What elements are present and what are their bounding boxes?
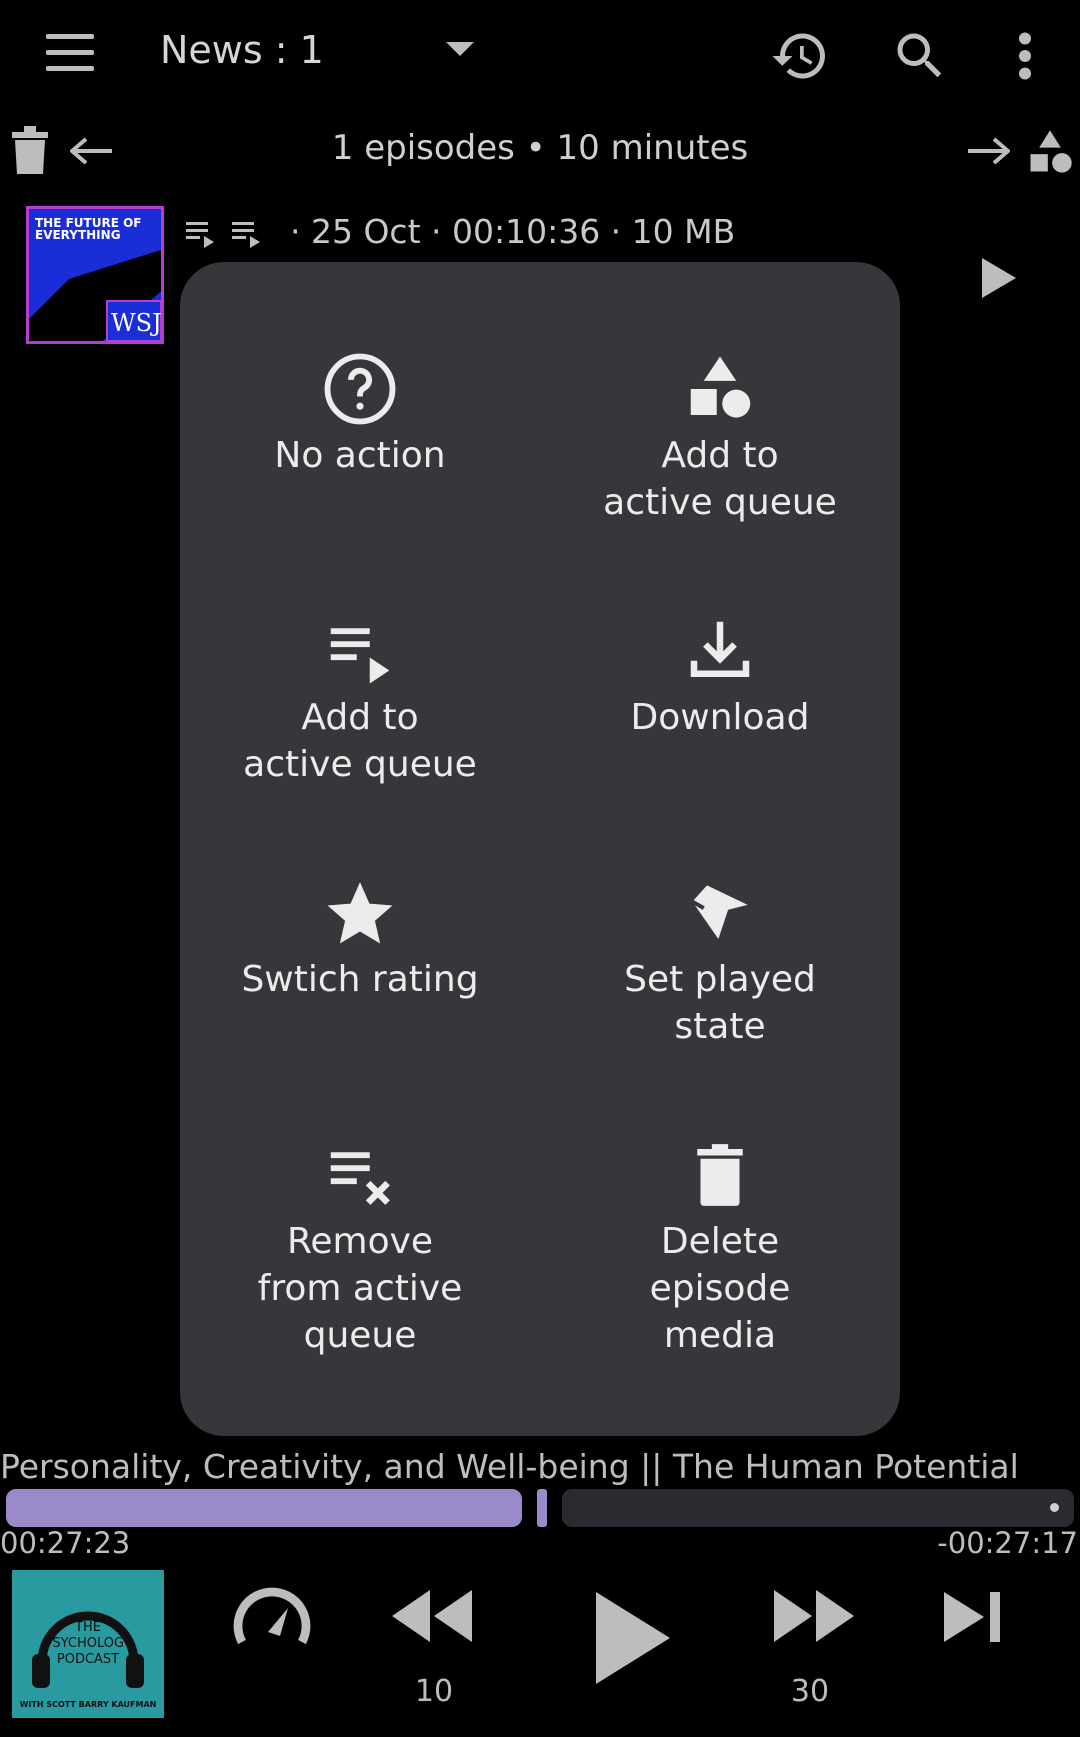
episode-summary: 1 episodes • 10 minutes <box>331 128 749 168</box>
play-icon[interactable] <box>592 1590 672 1690</box>
delete-icon <box>697 1144 743 1206</box>
now-playing-title[interactable]: Personality, Creativity, and Well-being … <box>0 1447 1080 1486</box>
search-icon[interactable] <box>890 26 950 86</box>
option-label: Delete episode media <box>649 1221 791 1356</box>
option-label: Swtich rating <box>241 959 479 1000</box>
cover-brand: WSJ <box>111 309 162 337</box>
help-circle-icon <box>324 353 396 425</box>
category-icon <box>690 356 751 418</box>
option-label: Add to active queue <box>243 697 477 785</box>
forward-seconds: 30 <box>790 1674 830 1709</box>
arrow-right-icon[interactable] <box>966 136 1012 170</box>
option-no-action[interactable]: No action <box>180 350 540 479</box>
star-icon <box>327 882 393 944</box>
remaining-time: -00:27:17 <box>937 1526 1078 1560</box>
download-icon <box>690 621 750 677</box>
page-title[interactable]: News : 1 <box>160 28 324 72</box>
elapsed-time: 00:27:23 <box>0 1526 131 1560</box>
swipe-action-dialog: No action Add to active queue Add to act… <box>180 262 900 1436</box>
podcast-cover-sub: WITH SCOTT BARRY KAUFMAN <box>19 1700 157 1709</box>
played-state-icon <box>691 885 748 939</box>
progress-remaining[interactable] <box>562 1489 1074 1527</box>
podcast-cover-title: THE PSYCHOLOGY PODCAST <box>44 1620 132 1667</box>
option-set-played-state[interactable]: Set played state <box>540 874 900 1050</box>
progress-played[interactable] <box>6 1489 522 1527</box>
dropdown-icon[interactable] <box>446 42 474 56</box>
option-label: No action <box>274 435 446 476</box>
option-remove-from-queue[interactable]: Remove from active queue <box>180 1136 540 1359</box>
menu-icon[interactable] <box>42 30 102 76</box>
option-delete-media[interactable]: Delete episode media <box>540 1136 900 1359</box>
option-download[interactable]: Download <box>540 612 900 741</box>
option-add-to-queue-category[interactable]: Add to active queue <box>540 350 900 526</box>
playlist-remove-icon <box>330 1152 390 1205</box>
now-playing-cover[interactable]: THE PSYCHOLOGY PODCAST WITH SCOTT BARRY … <box>12 1570 164 1718</box>
playback-speed-icon[interactable] <box>224 1572 320 1672</box>
episode-meta: · 25 Oct · 00:10:36 · 10 MB <box>290 212 736 251</box>
fast-forward-icon[interactable] <box>772 1586 856 1650</box>
skip-next-icon[interactable] <box>942 1588 1004 1650</box>
rewind-seconds: 10 <box>414 1674 454 1709</box>
option-label: Remove from active queue <box>257 1221 463 1356</box>
progress-end-dot <box>1050 1503 1059 1512</box>
progress-thumb[interactable] <box>537 1489 547 1527</box>
playlist-play-icon <box>330 628 390 684</box>
option-label: Add to active queue <box>603 435 837 523</box>
option-switch-rating[interactable]: Swtich rating <box>180 874 540 1003</box>
option-add-to-active-queue[interactable]: Add to active queue <box>180 612 540 788</box>
queue-status-icon <box>184 216 274 254</box>
category-icon[interactable] <box>1024 126 1076 182</box>
option-label: Download <box>630 697 810 738</box>
more-vert-icon[interactable] <box>1000 26 1060 86</box>
rewind-icon[interactable] <box>390 1586 474 1650</box>
option-label: Set played state <box>624 959 816 1047</box>
play-episode-icon[interactable] <box>978 256 1018 304</box>
history-icon[interactable] <box>770 26 830 86</box>
episode-cover[interactable]: THE FUTURE OF EVERYTHING WSJ <box>26 206 164 344</box>
